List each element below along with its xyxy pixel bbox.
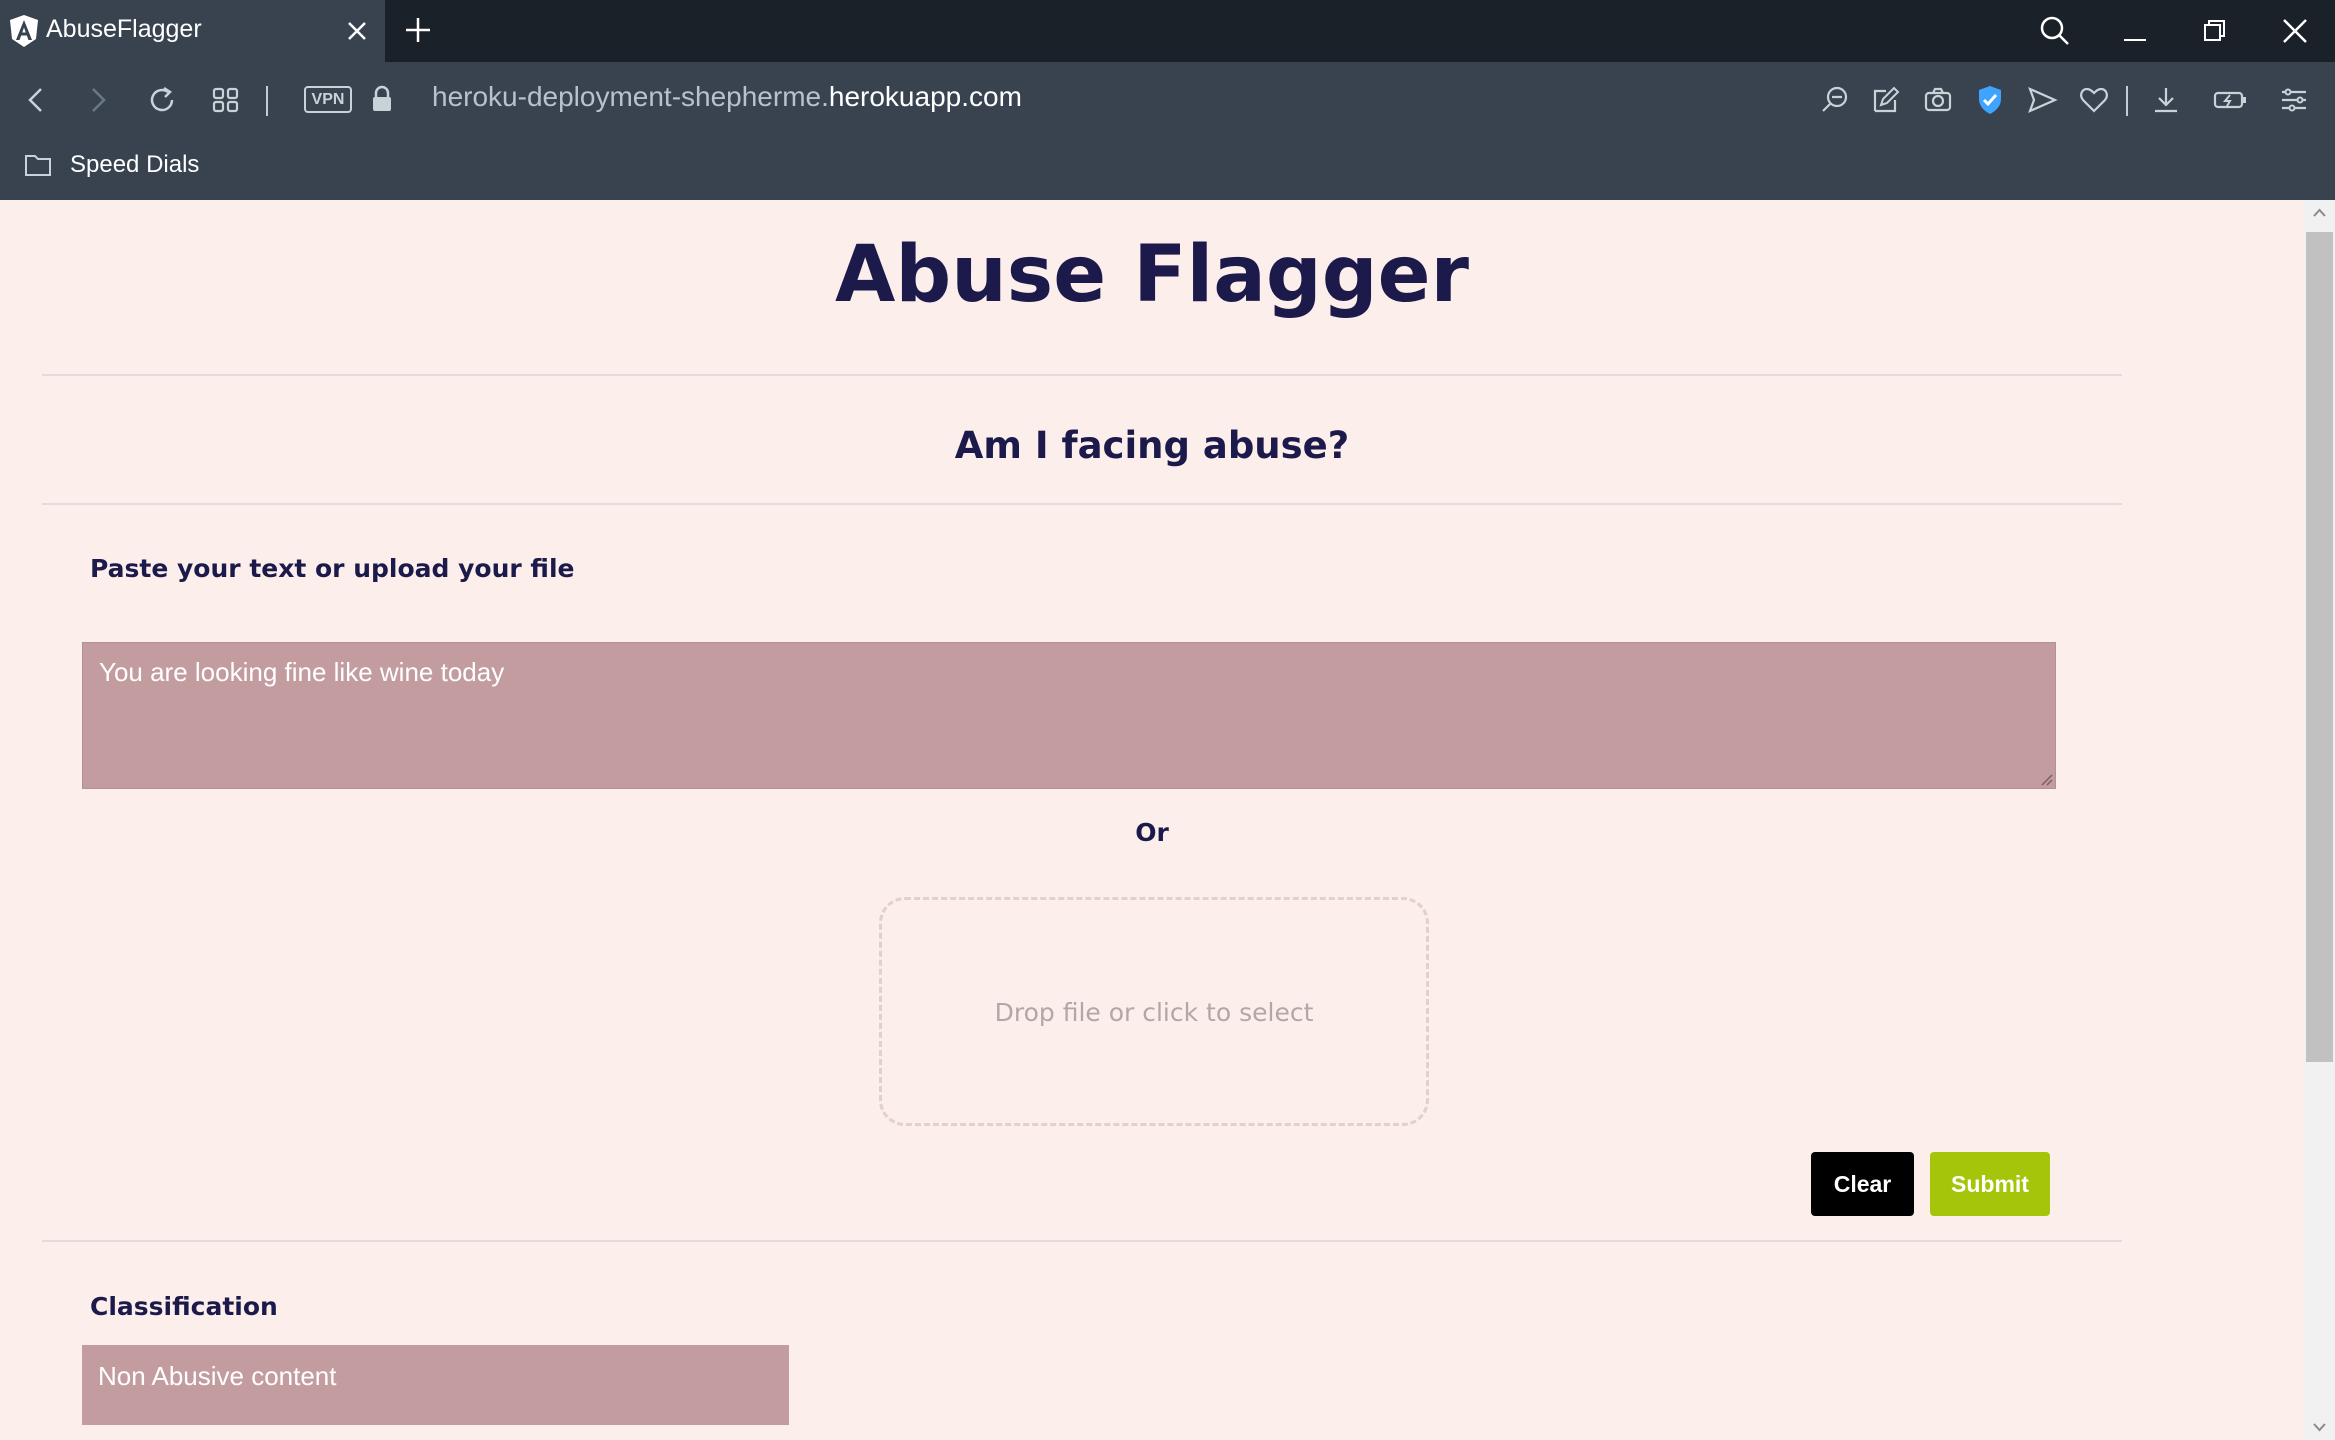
- shield-check-icon[interactable]: [1970, 80, 2010, 120]
- zoom-icon[interactable]: [1815, 80, 1855, 120]
- separator: [266, 86, 268, 116]
- lock-icon[interactable]: [362, 79, 402, 119]
- classification-label: Classification: [90, 1292, 278, 1321]
- download-icon[interactable]: [2146, 80, 2186, 120]
- text-input-area[interactable]: You are looking fine like wine today: [82, 642, 2056, 789]
- camera-icon[interactable]: [1918, 80, 1958, 120]
- active-tab[interactable]: AbuseFlagger: [0, 0, 385, 62]
- page-title: Abuse Flagger: [835, 230, 1469, 320]
- angular-logo-icon: [10, 15, 38, 47]
- back-icon[interactable]: [16, 80, 56, 120]
- submit-button[interactable]: Submit: [1930, 1152, 2050, 1216]
- bookmark-label: Speed Dials: [70, 151, 200, 178]
- forward-icon[interactable]: [78, 80, 118, 120]
- vpn-badge[interactable]: VPN: [304, 86, 352, 113]
- send-icon[interactable]: [2022, 80, 2062, 120]
- tab-title: AbuseFlagger: [46, 15, 202, 43]
- classification-result: Non Abusive content: [82, 1345, 789, 1425]
- url-domain: herokuapp.com: [828, 81, 1022, 112]
- edit-icon[interactable]: [1866, 80, 1906, 120]
- scrollbar-thumb[interactable]: [2306, 232, 2333, 1062]
- separator: [2126, 86, 2128, 116]
- reload-icon[interactable]: [142, 80, 182, 120]
- clear-button[interactable]: Clear: [1811, 1152, 1914, 1216]
- scroll-up-icon[interactable]: [2312, 208, 2327, 218]
- address-bar: VPN heroku-deployment-shepherme.herokuap…: [0, 62, 2335, 200]
- classification-value: Non Abusive content: [98, 1361, 337, 1391]
- url-prefix: heroku-deployment-shepherme.: [432, 81, 829, 112]
- tab-grid-icon[interactable]: [206, 80, 246, 120]
- minimize-icon[interactable]: [2114, 10, 2156, 52]
- page-subtitle: Am I facing abuse?: [954, 424, 1350, 467]
- divider: [42, 374, 2122, 376]
- dropzone-label: Drop file or click to select: [994, 998, 1314, 1027]
- url-field[interactable]: heroku-deployment-shepherme.herokuapp.co…: [432, 81, 1022, 113]
- restore-icon[interactable]: [2194, 10, 2236, 52]
- tab-bar: AbuseFlagger: [0, 0, 2335, 62]
- close-tab-icon[interactable]: [340, 14, 374, 48]
- text-input-value: You are looking fine like wine today: [99, 657, 505, 687]
- resize-handle-icon[interactable]: [2039, 772, 2053, 786]
- heart-icon[interactable]: [2074, 80, 2114, 120]
- input-label: Paste your text or upload your file: [90, 554, 575, 583]
- search-tabs-icon[interactable]: [2034, 10, 2076, 52]
- divider: [42, 1240, 2122, 1242]
- divider: [42, 503, 2122, 505]
- close-window-icon[interactable]: [2274, 10, 2316, 52]
- scroll-down-icon[interactable]: [2312, 1422, 2327, 1432]
- file-dropzone[interactable]: Drop file or click to select: [879, 897, 1429, 1126]
- page-content: Abuse Flagger Am I facing abuse? Paste y…: [0, 200, 2304, 1440]
- menu-icon[interactable]: [2274, 80, 2314, 120]
- battery-icon[interactable]: [2210, 80, 2250, 120]
- or-separator: Or: [1135, 818, 1169, 847]
- folder-icon: [25, 155, 51, 176]
- new-tab-icon[interactable]: [400, 12, 436, 48]
